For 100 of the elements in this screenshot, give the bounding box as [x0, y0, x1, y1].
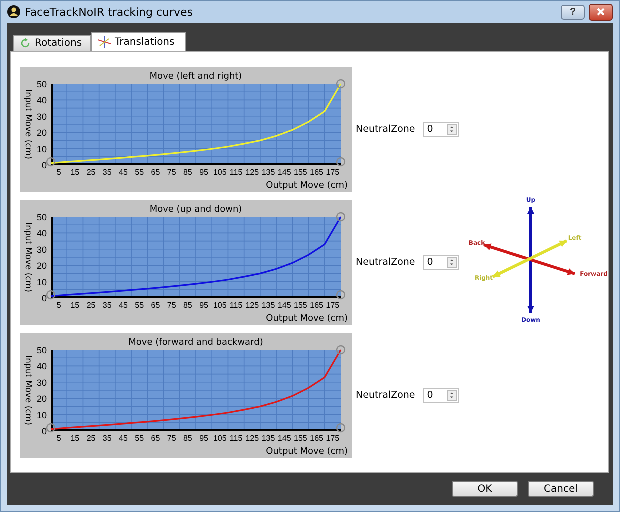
spin-arrows-icon[interactable]	[447, 124, 458, 134]
x-tick-label: 35	[102, 168, 112, 176]
x-tick-label: 175	[326, 300, 340, 310]
x-tick-label: 15	[70, 434, 80, 442]
close-icon	[596, 8, 606, 16]
chart-title: Move (left and right)	[150, 72, 242, 82]
control-point-handle[interactable]	[336, 344, 346, 354]
y-tick-label: 20	[36, 260, 47, 271]
axes-cross-icon	[98, 36, 112, 48]
x-tick-label: 45	[119, 434, 128, 442]
app-logo-icon	[7, 5, 21, 19]
control-point-handle[interactable]	[46, 156, 56, 166]
x-tick-label: 5	[56, 300, 62, 310]
y-tick-label: 40	[36, 95, 47, 106]
control-point-handle[interactable]	[336, 212, 346, 222]
x-tick-label: 85	[184, 168, 192, 176]
y-tick-label: 40	[36, 361, 47, 372]
x-tick-label: 45	[119, 300, 128, 310]
x-tick-label: 95	[200, 300, 208, 310]
x-tick-label: 145	[278, 168, 292, 176]
control-point-handle[interactable]	[46, 290, 56, 300]
x-tick-label: 55	[135, 168, 144, 176]
control-point-handle[interactable]	[336, 290, 346, 300]
control-point-handle[interactable]	[336, 422, 346, 432]
x-tick-label: 95	[200, 434, 208, 442]
x-tick-label: 115	[230, 300, 243, 310]
x-tick-label: 85	[184, 434, 192, 442]
x-tick-label: 175	[326, 434, 340, 442]
x-tick-label: 175	[326, 168, 340, 176]
y-tick-label: 50	[36, 345, 47, 355]
x-tick-label: 125	[246, 300, 260, 310]
x-tick-label: 155	[294, 434, 308, 442]
x-tick-label: 65	[151, 300, 160, 310]
dialog-button[interactable]: Cancel	[528, 481, 594, 497]
x-tick-label: 65	[151, 168, 160, 176]
y-tick-label: 10	[36, 410, 47, 420]
control-point-handle[interactable]	[336, 78, 346, 88]
x-tick-label: 45	[119, 168, 128, 176]
y-tick-label: 50	[36, 79, 47, 89]
x-tick-label: 145	[278, 434, 292, 442]
x-tick-label: 55	[135, 300, 144, 310]
x-tick-label: 145	[278, 300, 292, 310]
tab[interactable]: Rotations	[13, 35, 92, 51]
y-tick-label: 40	[36, 228, 47, 238]
x-tick-label: 15	[70, 300, 80, 310]
neutral-zone-label: NeutralZone	[356, 390, 416, 400]
y-tick-label: 20	[36, 394, 47, 404]
control-point-handle[interactable]	[46, 422, 56, 432]
y-tick-label: 50	[36, 212, 47, 222]
y-tick-label: 10	[36, 276, 47, 287]
x-tick-label: 155	[294, 168, 308, 176]
y-tick-label: 0	[42, 426, 47, 436]
x-tick-label: 25	[86, 434, 96, 442]
y-axis-label: Input Move (cm)	[23, 355, 33, 425]
x-tick-label: 5	[56, 168, 62, 176]
x-tick-label: 55	[135, 434, 144, 442]
x-tick-label: 165	[310, 168, 324, 176]
y-axis-label: Input Move (cm)	[23, 89, 33, 159]
x-tick-label: 115	[230, 168, 243, 176]
x-tick-label: 165	[310, 300, 324, 310]
x-tick-label: 65	[151, 434, 160, 442]
spin-arrows-icon[interactable]	[447, 256, 458, 268]
x-tick-label: 35	[102, 300, 112, 310]
x-axis-label: Output Move (cm)	[266, 180, 348, 190]
neutral-zone-label: NeutralZone	[356, 124, 416, 134]
y-tick-label: 30	[36, 377, 47, 388]
x-tick-label: 75	[167, 168, 176, 176]
x-tick-label: 75	[167, 434, 176, 442]
y-tick-label: 30	[36, 111, 47, 122]
dialog-button[interactable]: OK	[452, 481, 518, 497]
x-tick-label: 125	[246, 434, 260, 442]
y-tick-label: 0	[42, 160, 47, 170]
control-point-handle[interactable]	[336, 156, 346, 166]
tab[interactable]: Translations	[91, 32, 186, 51]
y-tick-label: 20	[36, 128, 47, 138]
x-tick-label: 135	[262, 168, 276, 176]
x-tick-label: 105	[213, 168, 227, 176]
x-tick-label: 165	[310, 434, 324, 442]
x-tick-label: 25	[86, 300, 96, 310]
x-tick-label: 125	[246, 168, 260, 176]
chart-title: Move (forward and backward)	[128, 338, 264, 348]
neutral-zone-label: NeutralZone	[356, 256, 416, 268]
x-tick-label: 105	[213, 434, 227, 442]
y-tick-label: 30	[36, 244, 47, 254]
y-tick-label: 0	[42, 293, 47, 303]
x-tick-label: 15	[70, 168, 80, 176]
x-tick-label: 35	[102, 434, 112, 442]
x-tick-label: 135	[262, 434, 276, 442]
close-button[interactable]	[589, 4, 613, 20]
spin-arrows-icon[interactable]	[447, 390, 458, 400]
chart-title: Move (up and down)	[150, 204, 242, 214]
help-button[interactable]: ?	[561, 4, 585, 20]
y-tick-label: 10	[36, 144, 47, 154]
x-axis-label: Output Move (cm)	[266, 446, 348, 456]
x-tick-label: 155	[294, 300, 308, 310]
x-tick-label: 95	[200, 168, 208, 176]
y-axis-label: Input Move (cm)	[23, 222, 33, 292]
x-tick-label: 75	[167, 300, 176, 310]
window-title: FaceTrackNoIR tracking curves	[25, 6, 194, 18]
x-tick-label: 5	[56, 434, 62, 442]
